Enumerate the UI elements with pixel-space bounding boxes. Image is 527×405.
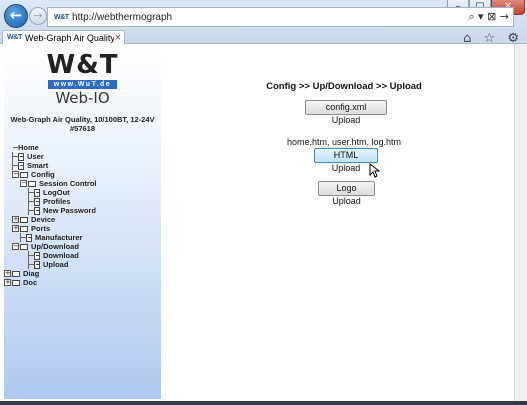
- folder-icon: [28, 180, 36, 187]
- collapse-icon[interactable]: −: [12, 171, 19, 178]
- tree-label-smart[interactable]: Smart: [27, 161, 48, 170]
- tree-label-session-control[interactable]: Session Control: [39, 179, 97, 188]
- page-icon: [18, 161, 24, 170]
- main-content: Config >> Up/Download >> Upload config.x…: [161, 44, 527, 405]
- page: W&T www.WuT.de Web-IO Web-Graph Air Qual…: [0, 44, 527, 405]
- tree-item-logout[interactable]: LogOut: [12, 188, 97, 197]
- browser-chrome: – □ ✕ ← → W&T http://webthermograph ⌕ ▾ …: [0, 0, 527, 44]
- page-icon: [34, 206, 40, 215]
- tree-item-smart[interactable]: Smart: [12, 161, 97, 170]
- tree-item-profiles[interactable]: Profiles: [12, 197, 97, 206]
- tab-favicon-icon: W&T: [7, 34, 23, 41]
- tree-item-ports[interactable]: + Ports: [12, 224, 97, 233]
- page-icon: [18, 152, 24, 161]
- logo-brand: W&T: [46, 50, 119, 80]
- folder-icon: [12, 270, 20, 277]
- tree-label-ports[interactable]: Ports: [31, 224, 50, 233]
- address-tools-icon[interactable]: ⌕ ▾ ⊠ →: [468, 10, 509, 24]
- page-icon: [34, 251, 40, 260]
- tree-label-upload[interactable]: Upload: [43, 260, 68, 269]
- vertical-scrollbar[interactable]: [514, 44, 527, 405]
- browser-tab[interactable]: W&T Web-Graph Air Quality, 10/... ×: [2, 30, 125, 44]
- logo: W&T www.WuT.de Web-IO: [4, 50, 161, 107]
- favicon-icon: W&T: [54, 13, 70, 21]
- tree-label-logout[interactable]: LogOut: [43, 188, 70, 197]
- folder-icon: [20, 216, 28, 223]
- logo-upload-button[interactable]: Logo Upload: [318, 181, 375, 206]
- tree-label-profiles[interactable]: Profiles: [43, 197, 71, 206]
- expand-icon[interactable]: +: [12, 216, 19, 223]
- device-serial: #57618: [69, 124, 96, 133]
- config-xml-upload-button[interactable]: config.xml Upload: [305, 100, 387, 125]
- tab-title: Web-Graph Air Quality, 10/...: [25, 32, 114, 43]
- tree-item-new-password[interactable]: New Password: [12, 206, 97, 215]
- folder-icon: [20, 171, 28, 178]
- tree-label-user[interactable]: User: [27, 152, 44, 161]
- page-icon: [34, 188, 40, 197]
- tree-item-doc[interactable]: + Doc: [4, 278, 97, 287]
- tree-item-upload[interactable]: Upload: [12, 260, 97, 269]
- tree-label-device[interactable]: Device: [31, 215, 55, 224]
- html-files-list: home.htm, user.htm, log.htm: [286, 137, 402, 147]
- tree-item-home[interactable]: Home: [12, 143, 97, 152]
- tree-item-up-download[interactable]: − Up/Download: [12, 242, 97, 251]
- page-title: Config >> Up/Download >> Upload: [266, 81, 422, 92]
- tree-label-doc[interactable]: Doc: [23, 278, 37, 287]
- tree-item-config[interactable]: − Config: [12, 170, 97, 179]
- logo-product: Web-IO: [55, 89, 110, 107]
- tree-item-diag[interactable]: + Diag: [4, 269, 97, 278]
- tree-item-device[interactable]: + Device: [12, 215, 97, 224]
- tree-label-new-password[interactable]: New Password: [43, 206, 96, 215]
- html-upload-button[interactable]: HTML Upload: [314, 148, 378, 173]
- tree-label-diag[interactable]: Diag: [23, 269, 39, 278]
- collapse-icon[interactable]: −: [12, 243, 19, 250]
- expand-icon[interactable]: +: [12, 225, 19, 232]
- page-icon: [26, 233, 32, 242]
- tree-item-download[interactable]: Download: [12, 251, 97, 260]
- tree-connector: [12, 143, 18, 152]
- page-icon: [34, 260, 40, 269]
- address-bar[interactable]: W&T http://webthermograph ⌕ ▾ ⊠ →: [47, 7, 514, 27]
- nav-tree: Home User Smart − Config − Session Contr…: [4, 143, 97, 287]
- tree-item-user[interactable]: User: [12, 152, 97, 161]
- tree-item-manufacturer[interactable]: Manufacturer: [12, 233, 97, 242]
- sidebar: W&T www.WuT.de Web-IO Web-Graph Air Qual…: [4, 47, 161, 399]
- tree-label-home[interactable]: Home: [18, 143, 39, 152]
- tree-label-download[interactable]: Download: [43, 251, 79, 260]
- collapse-icon[interactable]: −: [20, 180, 27, 187]
- back-arrow-icon[interactable]: ←: [4, 4, 28, 28]
- tree-label-manufacturer[interactable]: Manufacturer: [35, 233, 83, 242]
- mouse-cursor-icon: [369, 163, 380, 178]
- tab-close-icon[interactable]: ×: [114, 33, 124, 43]
- folder-icon: [20, 225, 28, 232]
- device-model: Web-Graph Air Quality, 10/100BT, 12-24V: [10, 115, 155, 124]
- tree-label-config[interactable]: Config: [31, 170, 55, 179]
- page-icon: [34, 197, 40, 206]
- address-url[interactable]: http://webthermograph: [72, 12, 172, 23]
- expand-icon[interactable]: +: [4, 270, 11, 277]
- tree-label-up-download[interactable]: Up/Download: [31, 242, 79, 251]
- device-info: Web-Graph Air Quality, 10/100BT, 12-24V …: [4, 115, 161, 133]
- folder-icon: [12, 279, 20, 286]
- logo-url[interactable]: www.WuT.de: [47, 80, 118, 89]
- forward-arrow-icon[interactable]: →: [29, 7, 47, 25]
- expand-icon[interactable]: +: [4, 279, 11, 286]
- tree-item-session-control[interactable]: − Session Control: [12, 179, 97, 188]
- folder-icon: [20, 243, 28, 250]
- taskbar-edge: [0, 401, 527, 405]
